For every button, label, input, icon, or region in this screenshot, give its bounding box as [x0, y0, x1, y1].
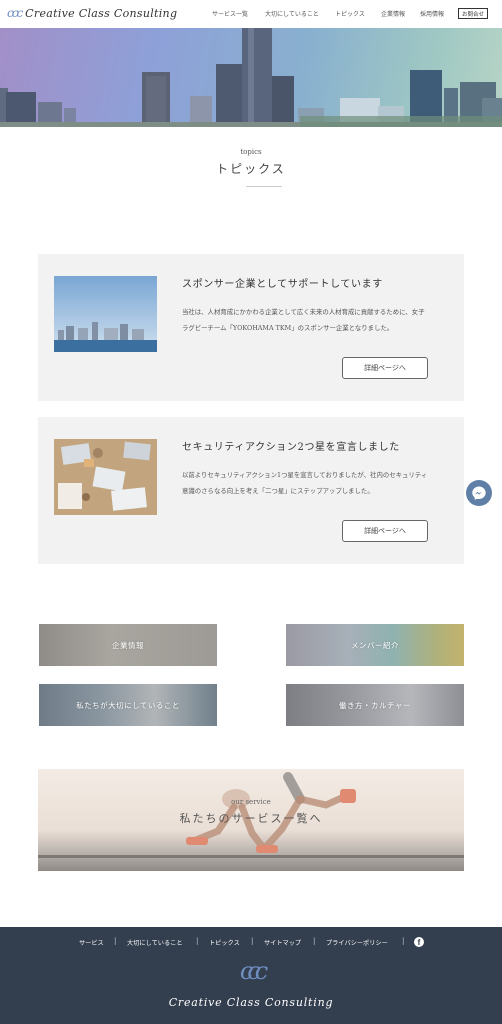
topic-card: セキュリティアクション2つ星を宣言しました 以前よりセキュリティアクション1つ星…	[38, 417, 464, 564]
footer-logo-text: Creative Class Consulting	[168, 996, 334, 1009]
footer-link-privacy[interactable]: プライバシーポリシー	[326, 938, 388, 947]
topic-body: 当社は、人材育成にかかわる企業として広く未来の人材育成に貢献するために、女子ラグ…	[182, 308, 425, 332]
topic-body: 以前よりセキュリティアクション1つ星を宣言しておりましたが、社内のセキュリティ意…	[182, 471, 428, 495]
topics-subtitle: topics	[240, 148, 262, 156]
topic-thumbnail-meeting	[54, 439, 157, 515]
footer-logo-mark: ccc	[239, 957, 268, 985]
topic-title[interactable]: スポンサー企業としてサポートしています	[182, 275, 383, 290]
hero-cityscape-image	[0, 28, 502, 127]
footer-link-services[interactable]: サービス	[79, 938, 104, 947]
topics-divider	[246, 186, 282, 187]
footer-link-values[interactable]: 大切にしていること	[127, 938, 183, 947]
footer-separator: |	[114, 937, 117, 945]
site-footer: サービス | 大切にしていること | トピックス | サイトマップ | プライバ…	[0, 927, 502, 1024]
footer-link-topics[interactable]: トピックス	[209, 938, 240, 947]
topic-thumbnail-harbor	[54, 276, 157, 352]
footer-separator: |	[196, 937, 199, 945]
logo-mark: ccc	[7, 6, 23, 20]
tile-label: 私たちが大切にしていること	[76, 700, 180, 710]
facebook-icon[interactable]: f	[414, 937, 424, 947]
tile-label: メンバー紹介	[351, 640, 399, 650]
topic-title[interactable]: セキュリティアクション2つ星を宣言しました	[182, 438, 400, 453]
service-subtitle: our service	[231, 798, 271, 806]
contact-button[interactable]: お問合せ	[458, 8, 488, 19]
messenger-icon	[472, 486, 486, 500]
footer-separator: |	[313, 937, 316, 945]
tile-label: 働き方・カルチャー	[339, 700, 411, 710]
nav-item-recruit[interactable]: 採用情報	[420, 9, 444, 18]
tile-our-values[interactable]: 私たちが大切にしていること	[39, 684, 217, 726]
tile-work-culture[interactable]: 働き方・カルチャー	[286, 684, 464, 726]
site-header: ccc Creative Class Consulting サービス一覧 大切に…	[0, 0, 502, 28]
site-logo[interactable]: ccc Creative Class Consulting	[7, 6, 177, 20]
topics-title: トピックス	[216, 162, 286, 176]
logo-text: Creative Class Consulting	[25, 6, 178, 20]
messenger-chat-button[interactable]	[466, 480, 492, 506]
tile-company-info[interactable]: 企業情報	[39, 624, 217, 666]
nav-item-values[interactable]: 大切にしていること	[265, 9, 319, 18]
nav-item-services[interactable]: サービス一覧	[212, 9, 248, 18]
service-title: 私たちのサービス一覧へ	[179, 812, 323, 825]
footer-separator: |	[402, 937, 405, 945]
footer-separator: |	[251, 937, 254, 945]
detail-page-button[interactable]: 詳細ページへ	[342, 520, 428, 542]
footer-link-sitemap[interactable]: サイトマップ	[264, 938, 301, 947]
nav-item-company[interactable]: 企業情報	[381, 9, 405, 18]
tile-label: 企業情報	[112, 640, 144, 650]
detail-page-button[interactable]: 詳細ページへ	[342, 357, 428, 379]
tile-members[interactable]: メンバー紹介	[286, 624, 464, 666]
topic-card: スポンサー企業としてサポートしています 当社は、人材育成にかかわる企業として広く…	[38, 254, 464, 401]
service-banner[interactable]: our service 私たちのサービス一覧へ	[38, 769, 464, 871]
nav-item-topics[interactable]: トピックス	[335, 9, 365, 18]
